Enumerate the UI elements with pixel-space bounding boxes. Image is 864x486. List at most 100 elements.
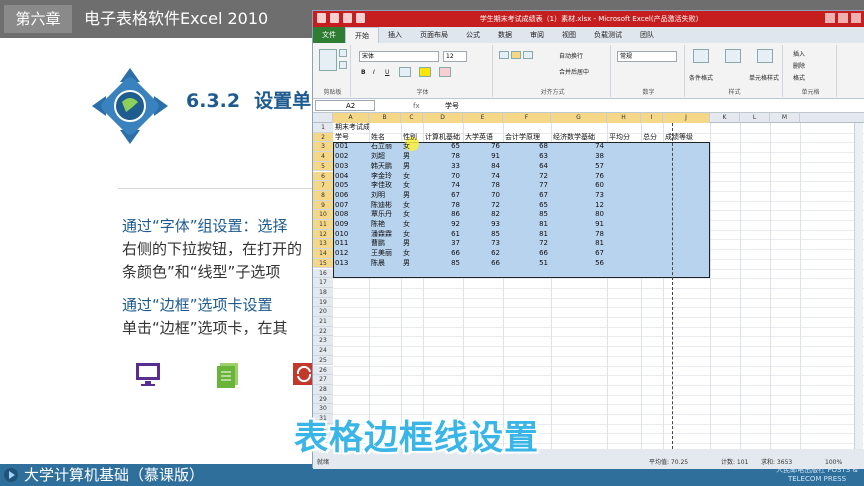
row-header[interactable]: 24 xyxy=(313,346,333,356)
align-bottom-icon[interactable] xyxy=(523,51,533,59)
cell[interactable]: 78 xyxy=(463,181,503,191)
document-icon[interactable] xyxy=(214,360,242,388)
delete-button[interactable]: 删除 xyxy=(793,61,805,70)
row-header[interactable]: 16 xyxy=(313,268,333,279)
format-button[interactable]: 格式 xyxy=(793,73,805,82)
cell[interactable]: 曹鹏 xyxy=(369,239,401,249)
font-name-select[interactable]: 宋体 xyxy=(359,51,439,62)
cell[interactable]: 学号 xyxy=(333,133,369,143)
cut-icon[interactable] xyxy=(339,49,347,57)
cell[interactable]: 12 xyxy=(551,201,607,211)
cell[interactable]: 姓名 xyxy=(369,133,401,143)
cell[interactable]: 82 xyxy=(463,210,503,220)
cell[interactable]: 女 xyxy=(401,220,423,230)
cell[interactable]: 刘超 xyxy=(369,152,401,162)
cell[interactable]: 86 xyxy=(423,210,463,220)
cell[interactable]: 85 xyxy=(503,210,551,220)
cell[interactable]: 011 xyxy=(333,239,369,249)
cell[interactable]: 李金玲 xyxy=(369,172,401,182)
row-header[interactable]: 4 xyxy=(313,152,333,162)
merge-center-button[interactable]: 合并后居中 xyxy=(559,67,589,76)
tab-4[interactable]: 公式 xyxy=(457,27,489,43)
formula-input[interactable]: 学号 xyxy=(445,99,459,113)
column-header[interactable]: F xyxy=(503,113,551,123)
cell[interactable]: 72 xyxy=(503,172,551,182)
cell[interactable]: 65 xyxy=(503,201,551,211)
align-middle-icon[interactable] xyxy=(511,51,521,59)
column-header[interactable]: A xyxy=(333,113,369,123)
cell[interactable]: 67 xyxy=(503,191,551,201)
save-icon[interactable] xyxy=(330,13,339,23)
copy-icon[interactable] xyxy=(339,61,347,69)
fx-icon[interactable]: fx xyxy=(413,99,420,113)
row-header[interactable]: 11 xyxy=(313,220,333,230)
cell[interactable]: 68 xyxy=(503,142,551,152)
cell[interactable]: 80 xyxy=(551,210,607,220)
cell[interactable]: 78 xyxy=(423,201,463,211)
cell[interactable]: 平均分 xyxy=(607,133,641,143)
cell[interactable]: 67 xyxy=(551,249,607,259)
cell[interactable]: 007 xyxy=(333,201,369,211)
cell[interactable]: 经济数学基础 xyxy=(551,133,607,143)
cell[interactable]: 总分 xyxy=(641,133,663,143)
cell[interactable]: 61 xyxy=(423,230,463,240)
row-header[interactable]: 5 xyxy=(313,161,333,172)
conditional-format-icon[interactable] xyxy=(693,49,709,63)
cell[interactable]: 李佳玫 xyxy=(369,181,401,191)
row-header[interactable]: 25 xyxy=(313,355,333,366)
cell[interactable]: 女 xyxy=(401,181,423,191)
cell[interactable]: 覃乐丹 xyxy=(369,210,401,220)
row-header[interactable]: 12 xyxy=(313,229,333,240)
cell[interactable]: 女 xyxy=(401,142,423,152)
wrap-text-button[interactable]: 自动换行 xyxy=(559,51,583,60)
conditional-format-button[interactable]: 条件格式 xyxy=(689,73,713,82)
monitor-icon[interactable] xyxy=(134,360,162,388)
row-header[interactable]: 6 xyxy=(313,171,333,182)
cell[interactable]: 008 xyxy=(333,210,369,220)
cell[interactable]: 60 xyxy=(551,181,607,191)
cell[interactable]: 81 xyxy=(551,239,607,249)
row-header[interactable]: 18 xyxy=(313,287,333,298)
font-size-select[interactable]: 12 xyxy=(443,51,467,62)
cell[interactable]: 男 xyxy=(401,239,423,249)
excel-logo-icon[interactable] xyxy=(317,13,326,23)
cell[interactable]: 72 xyxy=(503,239,551,249)
cell[interactable]: 66 xyxy=(423,249,463,259)
column-header[interactable]: M xyxy=(770,113,800,123)
row-header[interactable]: 7 xyxy=(313,181,333,191)
cell[interactable]: 潘霖霖 xyxy=(369,230,401,240)
cell[interactable]: 男 xyxy=(401,162,423,172)
cell[interactable]: 001 xyxy=(333,142,369,152)
cell[interactable]: 刘明 xyxy=(369,191,401,201)
maximize-button[interactable] xyxy=(838,13,848,23)
cell[interactable]: 女 xyxy=(401,230,423,240)
border-icon[interactable] xyxy=(399,67,411,77)
italic-button[interactable]: I xyxy=(373,69,375,76)
cell[interactable]: 陈艳 xyxy=(369,220,401,230)
cell[interactable]: 63 xyxy=(503,152,551,162)
cell[interactable]: 计算机基础 xyxy=(423,133,463,143)
cell[interactable]: 84 xyxy=(463,162,503,172)
cell[interactable]: 67 xyxy=(423,191,463,201)
cell[interactable]: 92 xyxy=(423,220,463,230)
cell[interactable]: 62 xyxy=(463,249,503,259)
row-header[interactable]: 10 xyxy=(313,210,333,220)
cell[interactable]: 男 xyxy=(401,259,423,269)
cell[interactable]: 王美丽 xyxy=(369,249,401,259)
column-header[interactable]: K xyxy=(710,113,740,123)
tab-7[interactable]: 视图 xyxy=(553,27,585,43)
name-box[interactable]: A2 xyxy=(315,100,375,111)
fill-color-icon[interactable] xyxy=(419,67,431,77)
cell[interactable]: 66 xyxy=(463,259,503,269)
insert-button[interactable]: 插入 xyxy=(793,49,805,58)
cell[interactable]: 003 xyxy=(333,162,369,172)
select-all-corner[interactable] xyxy=(313,113,333,123)
play-icon[interactable] xyxy=(4,468,18,482)
row-header[interactable]: 1 xyxy=(313,123,333,133)
cell[interactable]: 性别 xyxy=(401,133,423,143)
tab-0[interactable]: 文件 xyxy=(313,27,345,43)
cell[interactable]: 56 xyxy=(551,259,607,269)
row-header[interactable]: 17 xyxy=(313,278,333,288)
cell[interactable]: 78 xyxy=(423,152,463,162)
cell[interactable]: 期末考试成绩表 xyxy=(333,123,369,133)
